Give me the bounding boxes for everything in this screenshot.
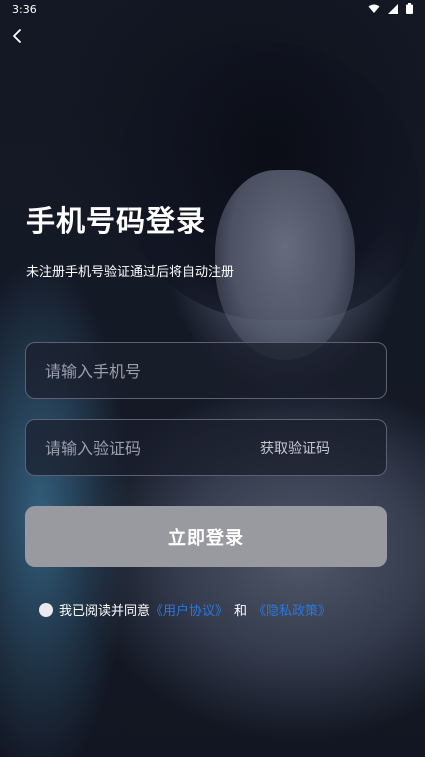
get-code-button[interactable]: 获取验证码 (260, 438, 330, 458)
privacy-policy-link[interactable]: 《隐私政策》 (253, 600, 331, 619)
user-agreement-link[interactable]: 《用户协议》 (150, 600, 228, 619)
phone-input[interactable] (43, 343, 347, 400)
status-icons (368, 3, 413, 14)
status-time: 3:36 (12, 3, 37, 16)
code-input[interactable] (43, 420, 247, 477)
back-button[interactable] (8, 26, 28, 46)
wifi-icon (368, 4, 380, 13)
agreement-prefix: 我已阅读并同意 (59, 604, 151, 619)
agreement-conjunction: 和 (234, 604, 248, 619)
battery-icon (406, 3, 413, 14)
agreement-checkbox[interactable] (39, 602, 53, 617)
status-bar: 3:36 (0, 0, 425, 20)
login-button[interactable]: 立即登录 (25, 506, 387, 567)
code-field: 获取验证码 (25, 419, 387, 477)
phone-field (25, 342, 387, 400)
chevron-left-icon (13, 29, 21, 43)
signal-icon (388, 3, 398, 14)
page-title: 手机号码登录 (26, 204, 207, 238)
agreement-row: 我已阅读并同意 《用户协议》 和 《隐私政策》 (39, 600, 331, 619)
page-subtitle: 未注册手机号验证通过后将自动注册 (26, 265, 235, 280)
